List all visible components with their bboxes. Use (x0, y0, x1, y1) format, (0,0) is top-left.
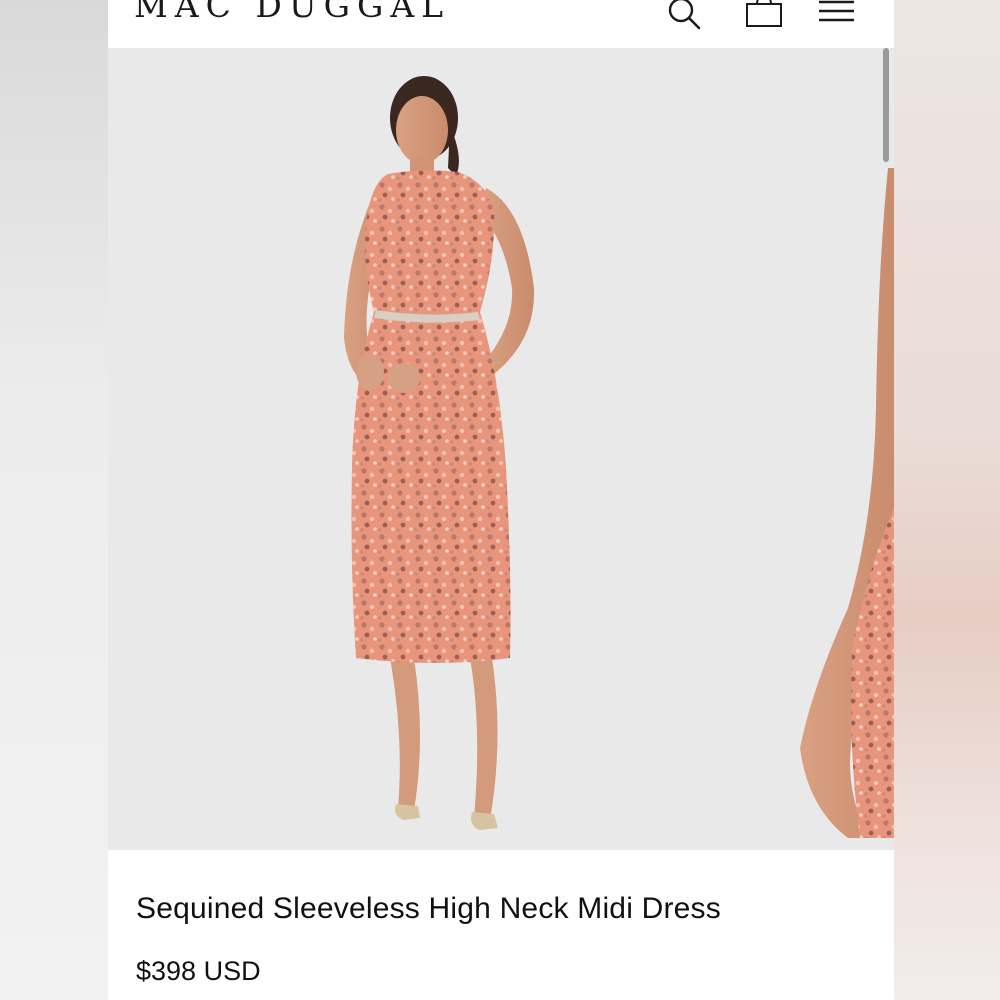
next-photo-peek (800, 48, 894, 850)
site-header: MAC DUGGAL (108, 0, 894, 48)
left-blurred-backdrop (0, 0, 108, 1000)
screenshot-frame: MAC DUGGAL Sequined Sleeveless High Neck… (0, 0, 1000, 1000)
product-info: Sequined Sleeveless High Neck Midi Dress… (108, 850, 894, 1000)
search-icon[interactable] (664, 0, 704, 32)
product-image-gallery[interactable] (108, 48, 894, 850)
brand-logo[interactable]: MAC DUGGAL (134, 0, 450, 25)
model-figure (344, 76, 535, 830)
shopping-bag-icon[interactable] (744, 0, 784, 32)
product-photo-model[interactable] (108, 48, 894, 850)
product-title: Sequined Sleeveless High Neck Midi Dress (136, 892, 721, 925)
page-scrollbar[interactable] (883, 48, 889, 162)
menu-icon[interactable] (816, 0, 856, 32)
right-blurred-backdrop (894, 0, 1000, 1000)
mobile-page: MAC DUGGAL Sequined Sleeveless High Neck… (108, 0, 894, 1000)
product-price: $398 USD (136, 956, 261, 986)
